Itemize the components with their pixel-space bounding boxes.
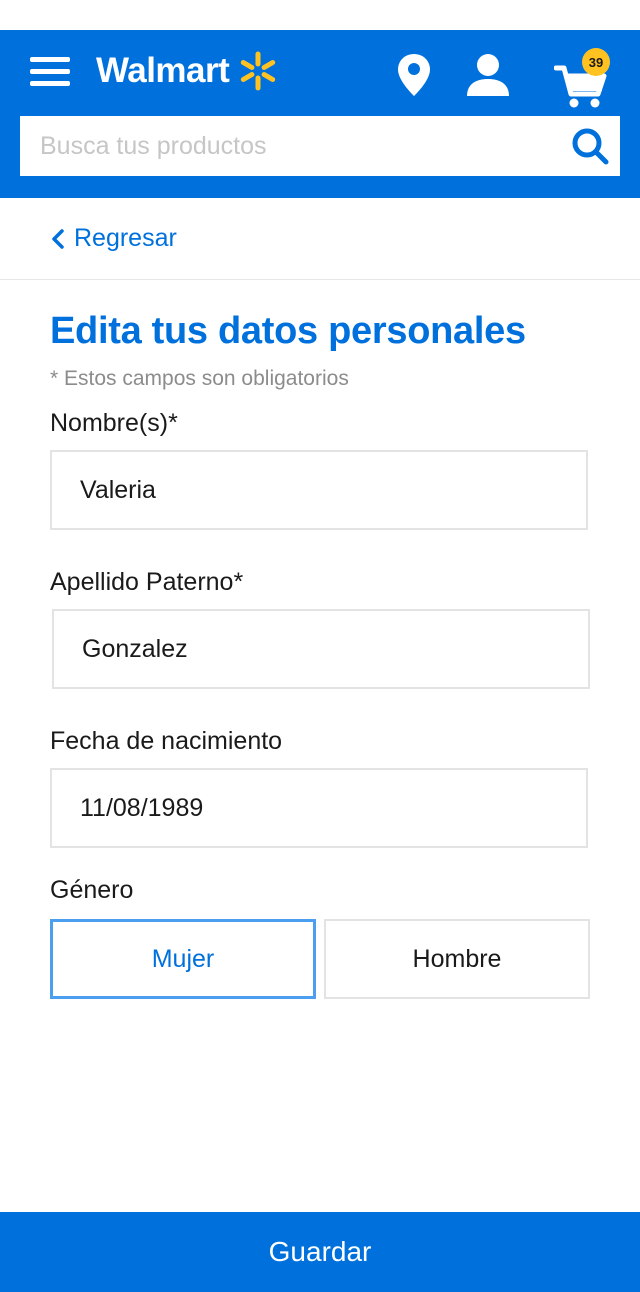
save-button[interactable]: Guardar (0, 1212, 640, 1292)
first-name-label: Nombre(s)* (50, 409, 178, 437)
chevron-left-icon (52, 228, 64, 249)
birthdate-label: Fecha de nacimiento (50, 727, 283, 755)
walmart-logo[interactable]: Walmart (96, 50, 279, 92)
search-icon (572, 128, 609, 165)
back-label: Regresar (74, 224, 177, 252)
edit-profile-form: Edita tus datos personales * Estos campo… (0, 310, 640, 999)
page-title: Edita tus datos personales (50, 310, 526, 352)
status-strip (0, 0, 640, 30)
search-input[interactable] (20, 116, 560, 176)
gender-option-mujer[interactable]: Mujer (50, 919, 316, 999)
birthdate-field[interactable]: 11/08/1989 (50, 768, 588, 848)
last-name-field[interactable]: Gonzalez (52, 609, 590, 689)
spark-icon (241, 51, 276, 91)
search-bar (20, 116, 620, 176)
location-pin-icon[interactable] (396, 52, 432, 98)
user-icon[interactable] (464, 52, 512, 98)
brand-name: Walmart (96, 51, 230, 90)
cart-count-badge: 39 (582, 48, 610, 76)
app-header: Walmart 39 (0, 30, 640, 198)
required-fields-note: * Estos campos son obligatorios (50, 367, 349, 390)
cart-button[interactable]: 39 (554, 48, 610, 108)
gender-selector: Mujer Hombre (50, 919, 590, 999)
back-link[interactable]: Regresar (0, 198, 640, 280)
search-button[interactable] (560, 116, 620, 176)
first-name-field[interactable]: Valeria (50, 450, 588, 530)
gender-label: Género (50, 876, 134, 904)
menu-icon[interactable] (30, 55, 70, 89)
last-name-label: Apellido Paterno* (50, 568, 244, 596)
gender-option-hombre[interactable]: Hombre (324, 919, 590, 999)
